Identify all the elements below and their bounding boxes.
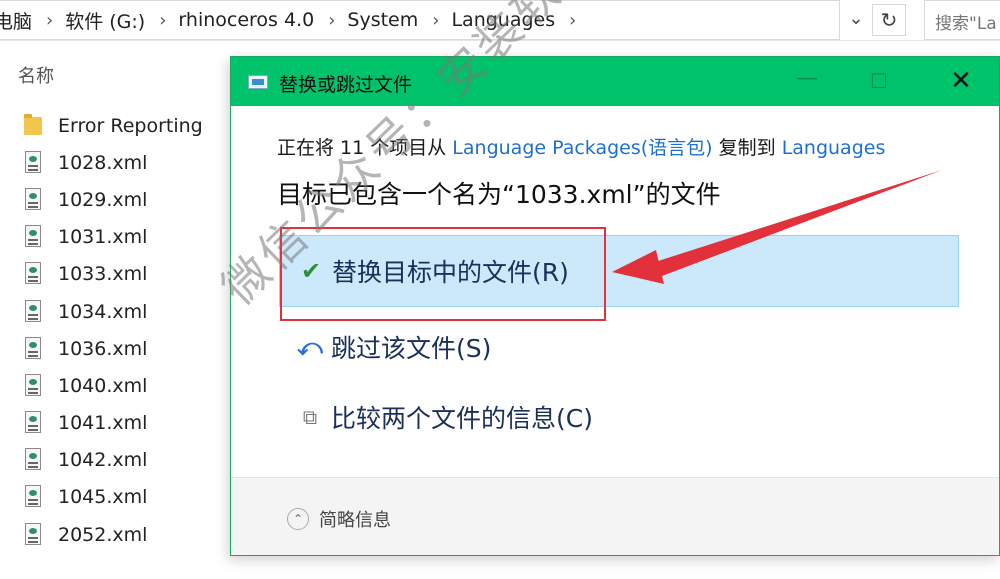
replace-label: 替换目标中的文件(R) bbox=[332, 258, 569, 287]
xml-file-icon bbox=[24, 373, 44, 398]
list-item[interactable]: 1031.xml bbox=[0, 219, 232, 256]
file-list: 名称 Error Reporting 1028.xml 1029.xml 103… bbox=[0, 40, 232, 579]
chevron-right-icon[interactable]: › bbox=[426, 10, 445, 31]
maximize-icon[interactable]: ☐ bbox=[859, 69, 899, 95]
file-name: 1029.xml bbox=[58, 188, 148, 211]
file-name: 1045.xml bbox=[58, 486, 148, 509]
column-header-name[interactable]: 名称 bbox=[18, 62, 54, 88]
dialog-title: 替换或跳过文件 bbox=[279, 74, 413, 96]
folder-icon bbox=[24, 113, 44, 138]
list-item[interactable]: 1042.xml bbox=[0, 442, 232, 479]
list-item[interactable]: 1034.xml bbox=[0, 293, 232, 330]
file-name: 2052.xml bbox=[58, 523, 148, 546]
replace-or-skip-dialog: 替换或跳过文件 — ☐ ✕ 正在将 11 个项目从 Language Packa… bbox=[230, 56, 1000, 556]
xml-file-icon bbox=[24, 225, 44, 249]
file-name: 1033.xml bbox=[58, 263, 148, 286]
xml-file-icon bbox=[24, 448, 44, 472]
xml-file-icon bbox=[24, 485, 44, 509]
list-item[interactable]: Error Reporting bbox=[0, 107, 232, 144]
destination-folder-link[interactable]: Languages bbox=[782, 137, 886, 159]
dialog-footer: ⌃ 简略信息 bbox=[231, 478, 999, 555]
status-prefix: 正在将 11 个项目从 bbox=[277, 137, 453, 159]
list-item[interactable]: 1036.xml bbox=[0, 330, 232, 367]
list-item[interactable]: 1029.xml bbox=[0, 181, 232, 218]
xml-file-icon bbox=[24, 522, 44, 547]
skip-arrow-icon: ⤺ bbox=[297, 333, 323, 361]
list-item[interactable]: 1033.xml bbox=[0, 256, 232, 293]
chevron-right-icon[interactable]: › bbox=[563, 10, 582, 31]
xml-file-icon bbox=[24, 299, 44, 324]
fewer-details-button[interactable]: ⌃ 简略信息 bbox=[287, 506, 391, 532]
search-input[interactable]: 搜索"La bbox=[924, 0, 1000, 40]
file-name: 1041.xml bbox=[58, 412, 148, 435]
chevron-right-icon[interactable]: › bbox=[153, 10, 172, 31]
status-middle: 复制到 bbox=[712, 137, 782, 159]
file-name: 1034.xml bbox=[58, 300, 148, 323]
source-folder-link[interactable]: Language Packages(语言包) bbox=[452, 137, 712, 159]
minimize-icon[interactable]: — bbox=[787, 68, 827, 95]
file-items: Error Reporting 1028.xml 1029.xml 1031.x… bbox=[0, 107, 232, 553]
xml-file-icon bbox=[24, 262, 44, 286]
file-name: Error Reporting bbox=[58, 114, 203, 137]
file-name: 1031.xml bbox=[58, 226, 148, 249]
address-bar: 电脑 › 软件 (G:) › rhinoceros 4.0 › System ›… bbox=[0, 0, 1000, 41]
breadcrumb-languages[interactable]: Languages bbox=[445, 9, 563, 31]
file-name: 1042.xml bbox=[58, 449, 148, 472]
xml-file-icon bbox=[24, 150, 44, 175]
copy-window-icon bbox=[248, 75, 268, 89]
file-name: 1028.xml bbox=[58, 151, 148, 174]
close-icon[interactable]: ✕ bbox=[939, 65, 983, 99]
chevron-right-icon[interactable]: › bbox=[40, 10, 59, 31]
list-item[interactable]: 1028.xml bbox=[0, 144, 232, 181]
dialog-titlebar[interactable]: 替换或跳过文件 — ☐ ✕ bbox=[231, 57, 999, 106]
details-label: 简略信息 bbox=[319, 510, 391, 531]
conflict-message: 目标已包含一个名为“1033.xml”的文件 bbox=[277, 180, 721, 209]
breadcrumb-system[interactable]: System bbox=[341, 9, 426, 31]
breadcrumb[interactable]: 电脑 › 软件 (G:) › rhinoceros 4.0 › System ›… bbox=[0, 0, 840, 40]
list-item[interactable]: 1041.xml bbox=[0, 405, 232, 442]
list-item[interactable]: 1045.xml bbox=[0, 479, 232, 516]
replace-file-button[interactable]: ✔ 替换目标中的文件(R) bbox=[279, 235, 959, 307]
chevron-up-icon: ⌃ bbox=[287, 508, 309, 530]
file-name: 1040.xml bbox=[58, 374, 148, 397]
list-item[interactable]: 1040.xml bbox=[0, 367, 232, 404]
compare-files-button[interactable]: ⧉ 比较两个文件的信息(C) bbox=[279, 381, 959, 453]
refresh-icon[interactable]: ↻ bbox=[872, 4, 906, 36]
xml-file-icon bbox=[24, 336, 44, 361]
xml-file-icon bbox=[24, 411, 44, 435]
copy-status: 正在将 11 个项目从 Language Packages(语言包) 复制到 L… bbox=[277, 133, 885, 160]
breadcrumb-drive[interactable]: 软件 (G:) bbox=[59, 7, 153, 34]
breadcrumb-rhinoceros[interactable]: rhinoceros 4.0 bbox=[172, 9, 322, 31]
skip-file-button[interactable]: ⤺ 跳过该文件(S) bbox=[279, 311, 959, 383]
checkmark-icon: ✔ bbox=[300, 257, 322, 285]
chevron-right-icon[interactable]: › bbox=[322, 10, 341, 31]
breadcrumb-computer[interactable]: 电脑 bbox=[0, 7, 40, 34]
compare-files-icon: ⧉ bbox=[302, 405, 318, 429]
skip-label: 跳过该文件(S) bbox=[331, 334, 492, 363]
compare-label: 比较两个文件的信息(C) bbox=[331, 404, 593, 433]
xml-file-icon bbox=[24, 187, 44, 212]
list-item[interactable]: 2052.xml bbox=[0, 516, 232, 553]
file-name: 1036.xml bbox=[58, 337, 148, 360]
chevron-down-icon[interactable]: ⌄ bbox=[843, 8, 869, 32]
